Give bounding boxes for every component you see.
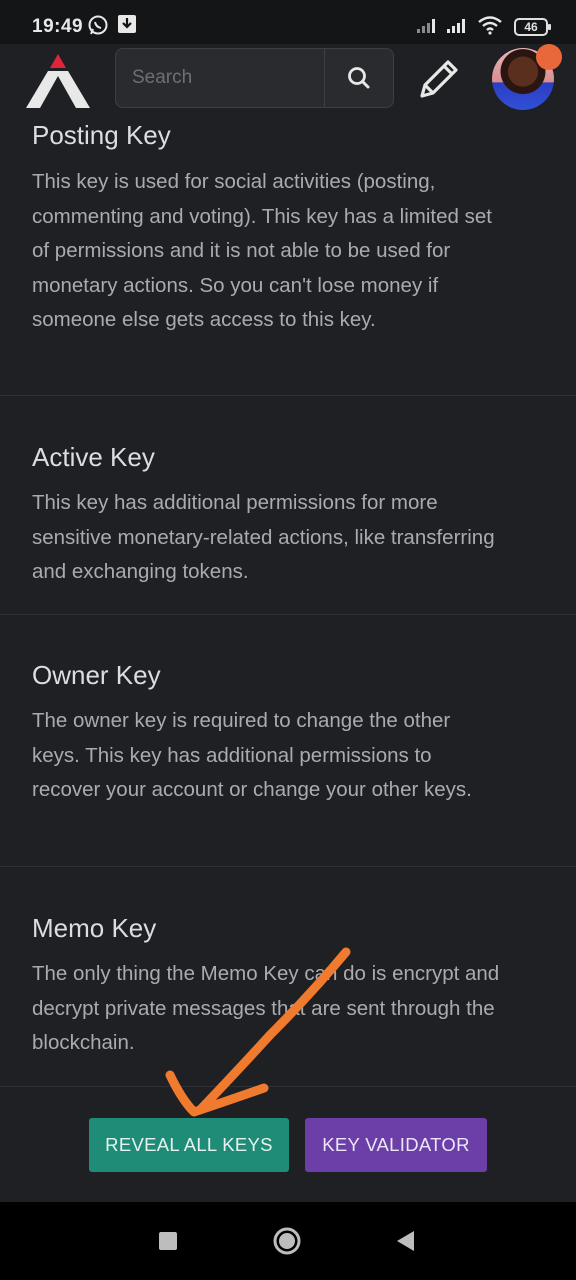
recents-square-icon[interactable] (138, 1202, 198, 1280)
notification-dot (536, 44, 562, 70)
signal-icon (447, 19, 465, 33)
section-divider (0, 866, 576, 867)
search-icon[interactable] (325, 49, 394, 107)
battery-icon: 46 (514, 18, 551, 36)
app-header (0, 44, 576, 120)
status-time: 19:49 (32, 16, 84, 37)
section-description: The only thing the Memo Key can do is en… (32, 962, 500, 1054)
section-description: This key is used for social activities (… (32, 170, 492, 331)
status-bar: 19:49 46 (0, 0, 576, 44)
section-description: This key has additional permissions for … (32, 491, 495, 583)
key-validator-button[interactable]: KEY VALIDATOR (305, 1118, 487, 1172)
pencil-icon[interactable] (414, 54, 464, 104)
download-icon (118, 15, 136, 33)
section-title: Memo Key (32, 913, 157, 943)
search-box (115, 48, 394, 108)
search-input[interactable] (116, 49, 324, 107)
back-triangle-icon[interactable] (375, 1202, 435, 1280)
section-divider (0, 1086, 576, 1087)
home-circle-icon[interactable] (257, 1202, 317, 1280)
signal-icon (417, 19, 435, 33)
section-title: Posting Key (32, 120, 171, 150)
whatsapp-icon (88, 15, 108, 35)
section-title: Active Key (32, 442, 155, 472)
section-divider (0, 614, 576, 615)
section-title: Owner Key (32, 660, 161, 690)
system-nav-bar (0, 1202, 576, 1280)
section-divider (0, 395, 576, 396)
app-logo-icon[interactable] (24, 52, 92, 110)
section-description: The owner key is required to change the … (32, 709, 472, 801)
wifi-icon (478, 16, 502, 35)
reveal-all-keys-button[interactable]: REVEAL ALL KEYS (89, 1118, 289, 1172)
